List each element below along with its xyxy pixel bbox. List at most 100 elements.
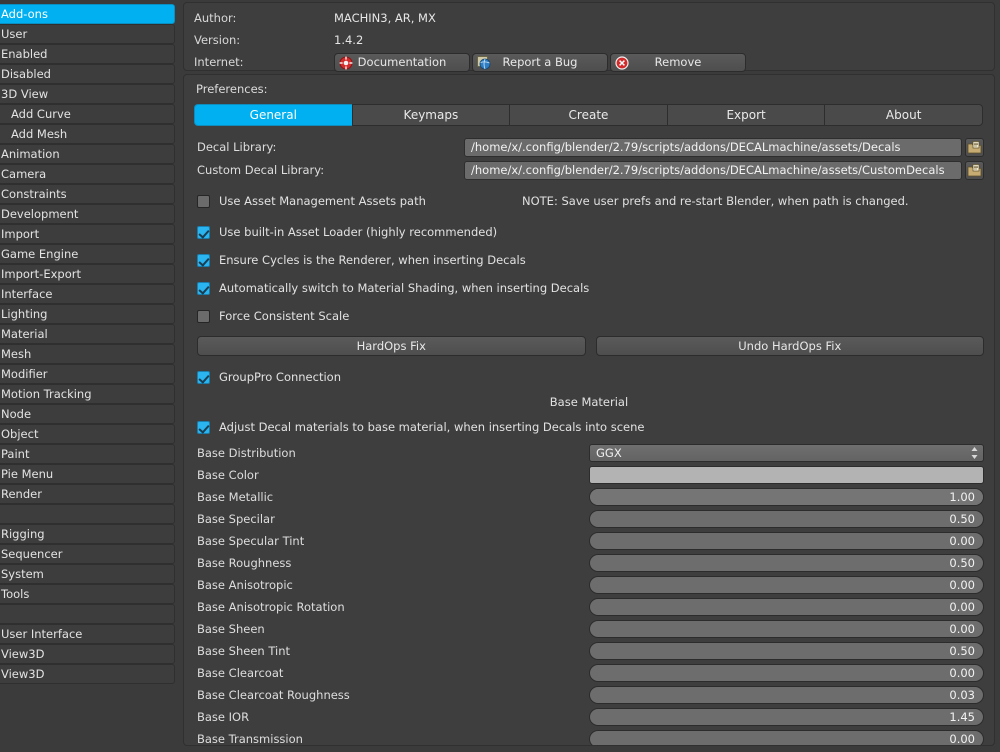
property-label: Base Clearcoat	[197, 666, 284, 680]
sidebar-item-0[interactable]: Add-ons	[0, 4, 175, 24]
preferences-caption: Preferences:	[196, 82, 268, 96]
option-checkbox[interactable]	[197, 309, 210, 323]
property-control: 0.00	[589, 620, 984, 638]
sidebar-item-14[interactable]: Interface	[0, 284, 175, 304]
sidebar-item-7[interactable]: Animation	[0, 144, 175, 164]
base-material-properties: Base Distribution GGX Base Color Base Metal…	[194, 442, 984, 745]
sidebar-item-8[interactable]: Camera	[0, 164, 175, 184]
grouppro-checkbox-row[interactable]: GroupPro Connection	[194, 364, 984, 390]
sidebar-item-24[interactable]: Render	[0, 484, 175, 504]
sidebar-item-16[interactable]: Material	[0, 324, 175, 344]
sidebar-item-2[interactable]: Enabled	[0, 44, 175, 64]
sidebar-item-label: Mesh	[1, 347, 32, 361]
tab-keymaps[interactable]: Keymaps	[351, 104, 510, 126]
sidebar-item-28[interactable]: System	[0, 564, 175, 584]
sidebar-item-1[interactable]: User	[0, 24, 175, 44]
value-slider[interactable]: 0.50	[589, 642, 984, 660]
value-slider[interactable]: 0.00	[589, 730, 984, 745]
sidebar-item-4[interactable]: 3D View	[0, 84, 175, 104]
sidebar-item-label: Tools	[1, 587, 30, 601]
property-control: 0.00	[589, 576, 984, 594]
sidebar-item-19[interactable]: Motion Tracking	[0, 384, 175, 404]
sidebar-item-17[interactable]: Mesh	[0, 344, 175, 364]
sidebar-item-label: Pie Menu	[1, 467, 54, 481]
sidebar-item-23[interactable]: Pie Menu	[0, 464, 175, 484]
option-checkbox[interactable]	[197, 281, 210, 295]
sidebar-item-label: Render	[1, 487, 42, 501]
report-bug-button[interactable]: Report a Bug	[472, 52, 608, 72]
adjust-decal-checkbox[interactable]	[197, 420, 210, 434]
sidebar-item-label: Development	[1, 207, 79, 221]
sidebar-item-20[interactable]: Node	[0, 404, 175, 424]
sidebar-item-15[interactable]: Lighting	[0, 304, 175, 324]
sidebar-item-18[interactable]: Modifier	[0, 364, 175, 384]
hardops-fix-button[interactable]: HardOps Fix	[197, 336, 586, 356]
sidebar-item-10[interactable]: Development	[0, 204, 175, 224]
value-slider[interactable]: 0.03	[589, 686, 984, 704]
tab-about[interactable]: About	[824, 104, 983, 126]
adjust-decal-checkbox-row[interactable]: Adjust Decal materials to base material,…	[194, 415, 984, 439]
sidebar-item-11[interactable]: Import	[0, 224, 175, 244]
value-slider[interactable]: 0.00	[589, 620, 984, 638]
option-row-0[interactable]: Use built-in Asset Loader (highly recomm…	[194, 218, 984, 246]
sidebar-item-21[interactable]: Object	[0, 424, 175, 444]
option-checkbox[interactable]	[197, 225, 210, 239]
slider-value: 0.00	[949, 578, 975, 592]
value-slider[interactable]: 0.50	[589, 554, 984, 572]
sidebar-item-30[interactable]	[0, 604, 175, 624]
sidebar-item-13[interactable]: Import-Export	[0, 264, 175, 284]
open-folder-icon[interactable]	[965, 137, 984, 157]
property-row-1: Base Color	[194, 464, 984, 486]
sidebar-item-22[interactable]: Paint	[0, 444, 175, 464]
option-row-2[interactable]: Automatically switch to Material Shading…	[194, 274, 984, 302]
tab-general[interactable]: General	[194, 104, 352, 126]
property-row-6: Base Anisotropic 0.00	[194, 574, 984, 596]
property-label: Base Clearcoat Roughness	[197, 688, 350, 702]
sidebar-item-12[interactable]: Game Engine	[0, 244, 175, 264]
property-row-12: Base IOR 1.45	[194, 706, 984, 728]
option-row-3[interactable]: Force Consistent Scale	[194, 302, 984, 330]
slider-value: 0.00	[949, 622, 975, 636]
value-slider[interactable]: 0.50	[589, 510, 984, 528]
value-slider[interactable]: 0.00	[589, 664, 984, 682]
sidebar-item-25[interactable]	[0, 504, 175, 524]
sidebar-item-6[interactable]: Add Mesh	[0, 124, 175, 144]
path-input[interactable]: /home/x/.config/blender/2.79/scripts/add…	[464, 137, 962, 157]
value-slider[interactable]: 1.45	[589, 708, 984, 726]
undo-hardops-fix-button[interactable]: Undo HardOps Fix	[595, 336, 984, 356]
grouppro-checkbox[interactable]	[197, 370, 210, 384]
value-slider[interactable]: 0.00	[589, 598, 984, 616]
remove-button[interactable]: Remove	[610, 52, 746, 72]
preferences-tabs[interactable]: General Keymaps Create Export About	[194, 104, 983, 126]
sidebar-item-5[interactable]: Add Curve	[0, 104, 175, 124]
author-row: Author: MACHIN3, AR, MX	[194, 7, 984, 29]
asset-path-checkbox[interactable]	[197, 194, 210, 208]
sidebar-item-29[interactable]: Tools	[0, 584, 175, 604]
addon-category-sidebar[interactable]: Add-ons User Enabled Disabled 3D View Add Cur…	[0, 0, 176, 752]
option-row-1[interactable]: Ensure Cycles is the Renderer, when inse…	[194, 246, 984, 274]
sidebar-item-31[interactable]: User Interface	[0, 624, 175, 644]
enum-dropdown[interactable]: GGX	[589, 444, 984, 462]
sidebar-item-label: View3D	[1, 647, 45, 661]
hardops-fix-button-label: HardOps Fix	[356, 339, 426, 353]
path-input[interactable]: /home/x/.config/blender/2.79/scripts/add…	[464, 160, 962, 180]
sidebar-item-26[interactable]: Rigging	[0, 524, 175, 544]
sidebar-item-3[interactable]: Disabled	[0, 64, 175, 84]
value-slider[interactable]: 0.00	[589, 532, 984, 550]
report-bug-button-label: Report a Bug	[502, 54, 578, 69]
open-folder-icon[interactable]	[965, 160, 984, 180]
sidebar-item-9[interactable]: Constraints	[0, 184, 175, 204]
value-slider[interactable]: 1.00	[589, 488, 984, 506]
sidebar-item-label: Add-ons	[1, 7, 48, 21]
sidebar-item-32[interactable]: View3D	[0, 644, 175, 664]
tab-create[interactable]: Create	[509, 104, 667, 126]
option-checkbox[interactable]	[197, 253, 210, 267]
sidebar-item-33[interactable]: View3D	[0, 664, 175, 684]
sidebar-item-27[interactable]: Sequencer	[0, 544, 175, 564]
documentation-button[interactable]: Documentation	[334, 52, 470, 72]
color-swatch[interactable]	[589, 466, 984, 484]
tab-export[interactable]: Export	[666, 104, 825, 126]
value-slider[interactable]: 0.00	[589, 576, 984, 594]
asset-path-checkbox-row[interactable]: Use Asset Management Assets path NOTE: S…	[194, 187, 984, 215]
slider-value: 0.50	[949, 512, 975, 526]
